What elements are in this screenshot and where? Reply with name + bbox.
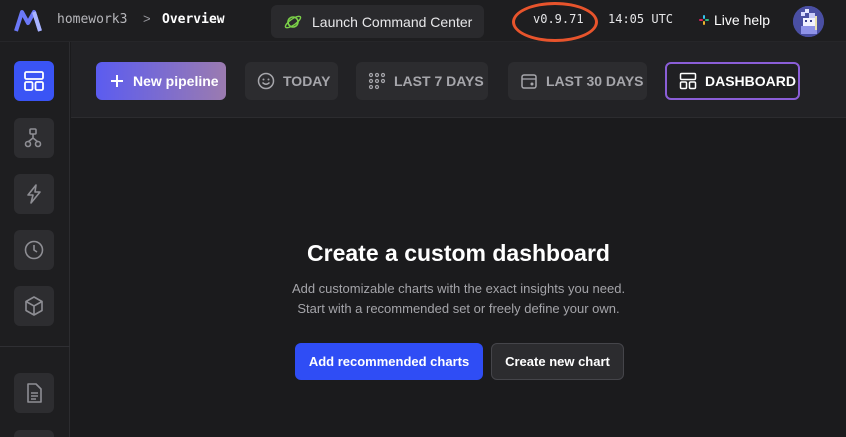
sidebar-divider bbox=[0, 346, 70, 347]
clock-icon bbox=[24, 240, 44, 260]
new-pipeline-label: New pipeline bbox=[133, 73, 219, 89]
sidebar bbox=[0, 42, 70, 437]
create-new-chart-button[interactable]: Create new chart bbox=[491, 343, 624, 380]
add-recommended-charts-button[interactable]: Add recommended charts bbox=[295, 343, 483, 380]
sidebar-item-more[interactable] bbox=[14, 430, 54, 437]
lightning-icon bbox=[27, 184, 41, 204]
document-icon bbox=[27, 383, 42, 403]
launch-command-center-button[interactable]: Launch Command Center bbox=[271, 5, 484, 38]
live-help-link[interactable]: Live help bbox=[698, 12, 770, 28]
top-bar: homework3 > Overview Launch Command Cent… bbox=[0, 0, 846, 42]
tab-today-label: TODAY bbox=[283, 73, 331, 89]
empty-state-title: Create a custom dashboard bbox=[307, 240, 610, 266]
planet-icon bbox=[284, 15, 302, 28]
sidebar-item-history[interactable] bbox=[14, 230, 54, 270]
mage-logo-icon[interactable] bbox=[14, 9, 42, 33]
cube-icon bbox=[25, 296, 43, 316]
calendar-icon bbox=[521, 74, 537, 89]
tab-last-7-days[interactable]: LAST 7 DAYS bbox=[356, 62, 488, 100]
wizard-avatar-icon bbox=[793, 6, 824, 37]
new-pipeline-button[interactable]: New pipeline bbox=[96, 62, 226, 100]
toolbar: New pipeline TODAY LAST 7 DAYS LAST 30 D… bbox=[71, 42, 846, 118]
slack-icon bbox=[699, 15, 709, 25]
breadcrumb-project[interactable]: homework3 bbox=[57, 12, 127, 27]
sidebar-item-triggers[interactable] bbox=[14, 174, 54, 214]
user-avatar[interactable] bbox=[793, 6, 824, 37]
tab-last-30-days-label: LAST 30 DAYS bbox=[546, 73, 644, 89]
empty-state-description-line2: Start with a recommended set or freely d… bbox=[297, 301, 620, 316]
sidebar-item-blocks[interactable] bbox=[14, 286, 54, 326]
tab-dashboard[interactable]: DASHBOARD bbox=[665, 62, 800, 100]
clock-label: 14:05 UTC bbox=[608, 12, 674, 26]
smiley-icon bbox=[257, 72, 275, 90]
dashboard-icon bbox=[679, 72, 697, 90]
overview-icon bbox=[24, 71, 44, 91]
breadcrumb-separator-icon: > bbox=[143, 11, 151, 26]
breadcrumb-page: Overview bbox=[162, 12, 225, 27]
sidebar-item-files[interactable] bbox=[14, 373, 54, 413]
plus-icon bbox=[111, 75, 123, 87]
launch-command-center-label: Launch Command Center bbox=[312, 13, 473, 30]
highlight-ring bbox=[512, 2, 598, 42]
tab-last-7-days-label: LAST 7 DAYS bbox=[394, 73, 484, 89]
live-help-label: Live help bbox=[714, 12, 771, 28]
sidebar-item-pipelines[interactable] bbox=[14, 118, 54, 158]
tab-today[interactable]: TODAY bbox=[245, 62, 338, 100]
sidebar-item-overview[interactable] bbox=[14, 61, 54, 101]
tab-last-30-days[interactable]: LAST 30 DAYS bbox=[508, 62, 647, 100]
dot-grid-icon bbox=[368, 72, 386, 90]
tab-dashboard-label: DASHBOARD bbox=[705, 73, 796, 89]
pipelines-icon bbox=[24, 128, 42, 148]
empty-state-description-line1: Add customizable charts with the exact i… bbox=[291, 281, 626, 296]
